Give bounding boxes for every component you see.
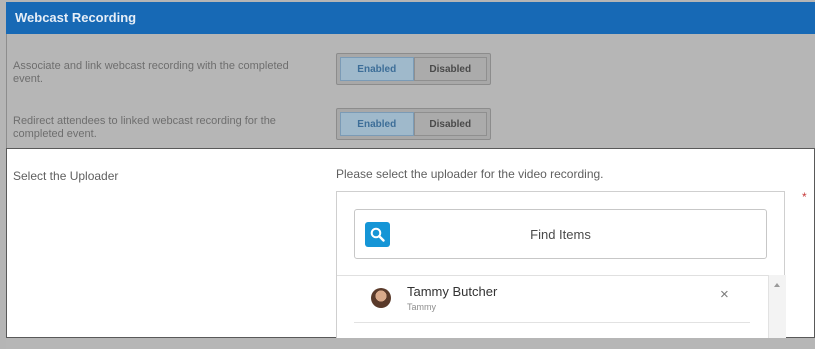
bottom-strip bbox=[6, 338, 815, 349]
uploader-label: Select the Uploader bbox=[13, 169, 119, 183]
redirect-toggle[interactable]: Enabled Disabled bbox=[336, 108, 491, 140]
associate-toggle[interactable]: Enabled Disabled bbox=[336, 53, 491, 85]
associate-enabled-option[interactable]: Enabled bbox=[340, 57, 414, 81]
uploader-help-text: Please select the uploader for the video… bbox=[336, 167, 604, 181]
redirect-disabled-option[interactable]: Disabled bbox=[413, 112, 487, 136]
divider bbox=[337, 275, 786, 276]
remove-icon[interactable]: × bbox=[720, 286, 729, 303]
uploader-name: Tammy Butcher bbox=[407, 284, 498, 299]
required-indicator: * bbox=[802, 190, 807, 204]
list-scrollbar[interactable] bbox=[768, 275, 786, 340]
find-items-search[interactable]: Find Items bbox=[354, 209, 767, 259]
uploader-username: Tammy bbox=[407, 302, 436, 312]
selected-uploader-item: Tammy Butcher Tammy × bbox=[354, 282, 750, 323]
uploader-picker: Find Items Tammy Butcher Tammy × bbox=[336, 191, 786, 340]
avatar bbox=[371, 288, 391, 308]
uploader-panel: Select the Uploader Please select the up… bbox=[6, 148, 815, 340]
section-header: Webcast Recording bbox=[6, 2, 815, 34]
section-title: Webcast Recording bbox=[15, 10, 137, 25]
redirect-enabled-option[interactable]: Enabled bbox=[340, 112, 414, 136]
setting-label-associate: Associate and link webcast recording wit… bbox=[13, 60, 289, 85]
scroll-up-icon[interactable] bbox=[774, 283, 780, 287]
setting-label-redirect: Redirect attendees to linked webcast rec… bbox=[13, 115, 276, 140]
associate-disabled-option[interactable]: Disabled bbox=[413, 57, 487, 81]
settings-panel: Associate and link webcast recording wit… bbox=[6, 34, 815, 148]
find-items-placeholder: Find Items bbox=[530, 227, 591, 242]
